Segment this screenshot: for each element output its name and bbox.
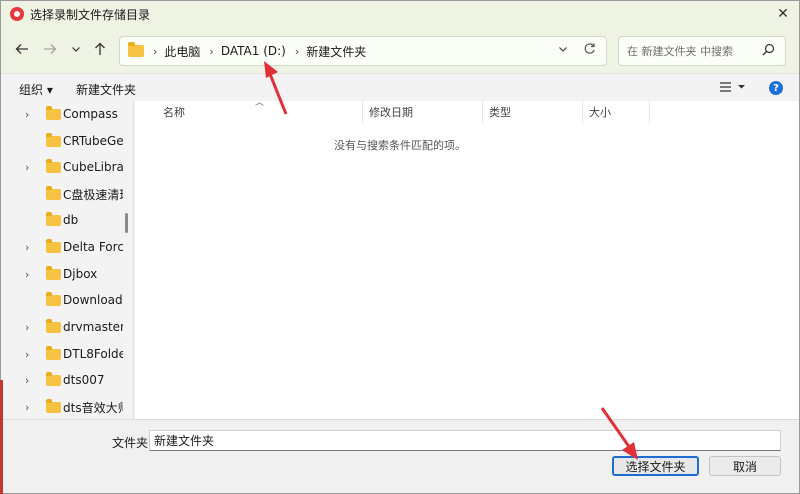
list-view-icon bbox=[720, 82, 745, 92]
breadcrumb-separator-icon[interactable]: › bbox=[209, 45, 213, 58]
organize-menu[interactable]: 组织 ▾ bbox=[19, 81, 53, 98]
search-box[interactable]: 在 新建文件夹 中搜索 bbox=[618, 36, 786, 66]
app-record-icon bbox=[10, 7, 24, 21]
breadcrumb-drive[interactable]: DATA1 (D:) bbox=[221, 44, 286, 58]
recent-locations-button[interactable] bbox=[67, 39, 85, 59]
up-button[interactable] bbox=[91, 39, 109, 59]
sidebar-item[interactable]: C盘极速清理 bbox=[1, 181, 123, 207]
arrow-up-icon bbox=[95, 42, 105, 55]
sidebar-item[interactable]: db bbox=[1, 207, 123, 233]
empty-folder-message: 没有与搜索条件匹配的项。 bbox=[334, 139, 466, 152]
sidebar-item-label: Compass bbox=[63, 107, 118, 121]
refresh-icon bbox=[584, 43, 595, 54]
sidebar-item-label: Delta Force bbox=[63, 240, 123, 254]
arrow-right-icon bbox=[44, 44, 57, 54]
expand-chevron-icon[interactable]: › bbox=[25, 241, 29, 254]
breadcrumb-separator-icon[interactable]: › bbox=[153, 45, 157, 58]
sidebar-item[interactable]: › dts音效大师 bbox=[1, 394, 123, 420]
command-toolbar: 组织 ▾ 新建文件夹 ? bbox=[1, 73, 799, 101]
view-options-button[interactable] bbox=[719, 80, 749, 98]
sidebar-scrollbar[interactable] bbox=[125, 213, 128, 233]
folder-icon bbox=[46, 211, 61, 226]
sidebar-item[interactable]: › drvmaster bbox=[1, 314, 123, 340]
sidebar-item[interactable]: › Delta Force bbox=[1, 234, 123, 260]
chevron-down-icon bbox=[559, 47, 567, 52]
folder-icon bbox=[46, 105, 61, 120]
cancel-button[interactable]: 取消 bbox=[709, 456, 781, 476]
chevron-down-icon bbox=[72, 47, 80, 52]
folder-icon bbox=[46, 265, 61, 280]
expand-chevron-icon[interactable]: › bbox=[25, 268, 29, 281]
sidebar-item[interactable]: › Compass bbox=[1, 101, 123, 127]
sidebar-item-label: CRTubeGet bbox=[63, 134, 123, 148]
search-input[interactable]: 在 新建文件夹 中搜索 bbox=[627, 43, 762, 59]
folder-icon bbox=[46, 291, 61, 306]
sidebar-item[interactable]: › dts007 bbox=[1, 367, 123, 393]
search-icon[interactable] bbox=[762, 43, 775, 60]
column-header-size[interactable]: 大小 bbox=[583, 101, 650, 123]
sidebar-item[interactable]: Downloads bbox=[1, 287, 123, 313]
address-bar[interactable]: › 此电脑 › DATA1 (D:) › 新建文件夹 bbox=[119, 36, 607, 66]
folder-field-label: 文件夹: bbox=[112, 436, 153, 450]
sidebar-item-label: dts音效大师 bbox=[63, 400, 123, 415]
folder-icon bbox=[46, 132, 61, 147]
title-bar: 选择录制文件存储目录 ✕ bbox=[1, 1, 799, 27]
navigation-pane: › Compass CRTubeGet › CubeLibrary C盘极速清理… bbox=[1, 101, 134, 419]
folder-icon bbox=[46, 238, 61, 253]
close-button[interactable]: ✕ bbox=[773, 4, 793, 24]
window-title: 选择录制文件存储目录 bbox=[30, 7, 151, 22]
new-folder-button[interactable]: 新建文件夹 bbox=[76, 81, 136, 98]
folder-icon bbox=[46, 158, 61, 173]
sidebar-item[interactable]: › Djbox bbox=[1, 261, 123, 287]
sidebar-item-label: C盘极速清理 bbox=[63, 187, 123, 202]
column-header-type[interactable]: 类型 bbox=[483, 101, 583, 123]
footer-panel: 文件夹: 新建文件夹 选择文件夹 取消 bbox=[1, 419, 799, 493]
sidebar-item-label: db bbox=[63, 213, 79, 227]
sidebar-item-label: CubeLibrary bbox=[63, 160, 123, 174]
folder-picker-dialog: 选择录制文件存储目录 ✕ › 此电脑 › DATA1 (D:) › 新建文件夹 bbox=[0, 0, 800, 494]
expand-chevron-icon[interactable]: › bbox=[25, 161, 29, 174]
breadcrumb-this-pc[interactable]: 此电脑 bbox=[164, 43, 200, 60]
folder-icon bbox=[46, 371, 61, 386]
sidebar-item-label: Downloads bbox=[63, 293, 123, 307]
help-button[interactable]: ? bbox=[769, 81, 783, 95]
sidebar-item[interactable]: CRTubeGet bbox=[1, 128, 123, 154]
select-folder-button[interactable]: 选择文件夹 bbox=[612, 456, 699, 476]
folder-icon bbox=[46, 185, 61, 200]
refresh-button[interactable] bbox=[583, 42, 596, 59]
expand-chevron-icon[interactable]: › bbox=[25, 108, 29, 121]
expand-chevron-icon[interactable]: › bbox=[25, 401, 29, 414]
breadcrumb-separator-icon[interactable]: › bbox=[295, 45, 299, 58]
address-history-dropdown[interactable] bbox=[558, 44, 568, 57]
column-header-modified[interactable]: 修改日期 bbox=[363, 101, 483, 123]
sidebar-item[interactable]: › DTL8Folder bbox=[1, 341, 123, 367]
sidebar-item[interactable]: › CubeLibrary bbox=[1, 154, 123, 180]
sidebar-item-label: Djbox bbox=[63, 267, 98, 281]
breadcrumb-current-folder[interactable]: 新建文件夹 bbox=[306, 43, 366, 60]
file-list: ︿ 名称 修改日期 类型 大小 没有与搜索条件匹配的项。 bbox=[135, 98, 799, 419]
expand-chevron-icon[interactable]: › bbox=[25, 374, 29, 387]
folder-icon bbox=[128, 42, 144, 57]
folder-name-input[interactable]: 新建文件夹 bbox=[149, 430, 781, 451]
folder-icon bbox=[46, 398, 61, 413]
sidebar-item-label: drvmaster bbox=[63, 320, 123, 334]
back-button[interactable] bbox=[13, 39, 31, 59]
expand-chevron-icon[interactable]: › bbox=[25, 348, 29, 361]
sidebar-item-label: dts007 bbox=[63, 373, 105, 387]
column-header-name[interactable]: 名称 bbox=[157, 101, 363, 123]
folder-icon bbox=[46, 318, 61, 333]
navigation-bar: › 此电脑 › DATA1 (D:) › 新建文件夹 在 新建文件夹 中搜索 bbox=[1, 27, 799, 73]
arrow-left-icon bbox=[15, 44, 28, 54]
forward-button[interactable] bbox=[41, 39, 59, 59]
expand-chevron-icon[interactable]: › bbox=[25, 321, 29, 334]
background-window-edge bbox=[0, 380, 3, 494]
sidebar-item-label: DTL8Folder bbox=[63, 347, 123, 361]
folder-icon bbox=[46, 345, 61, 360]
